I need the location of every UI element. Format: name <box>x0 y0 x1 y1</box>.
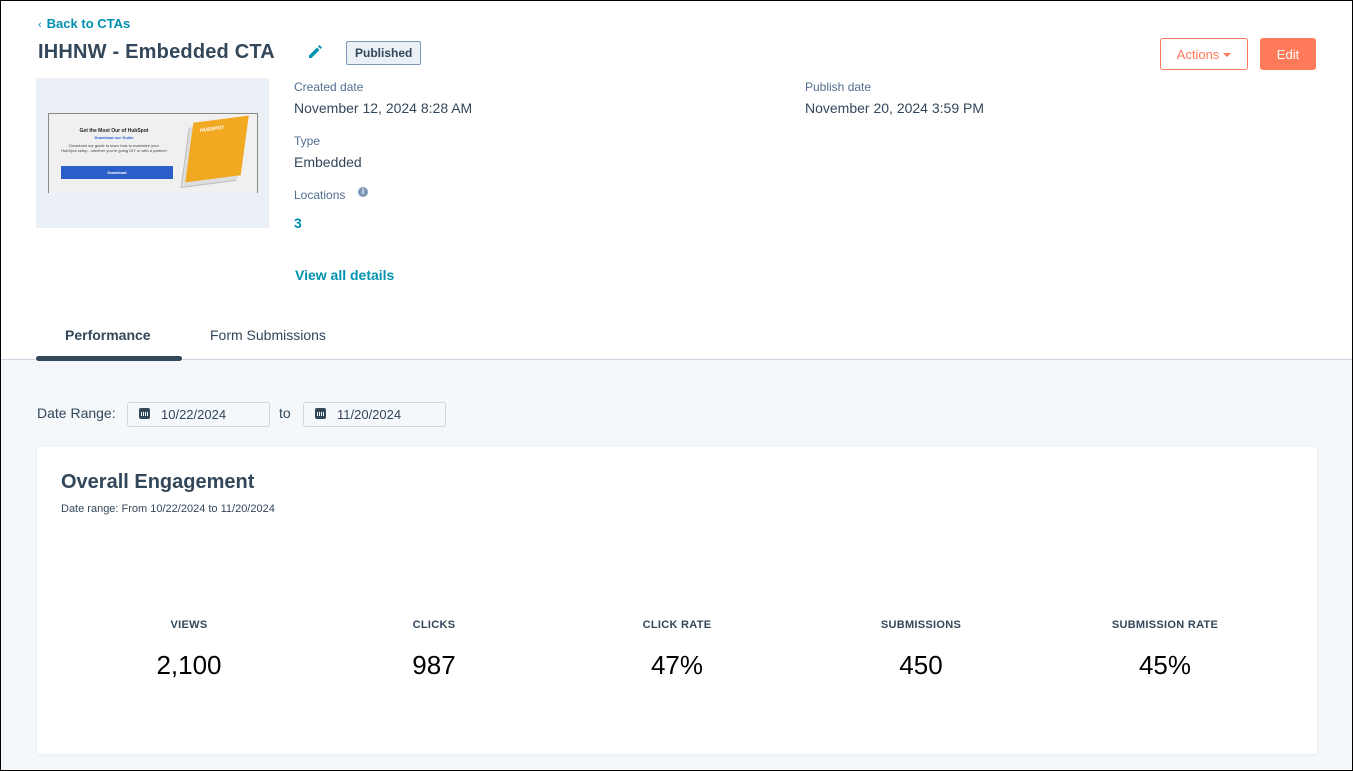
stat-value: 47% <box>650 650 704 680</box>
overall-engagement-card: Overall Engagement Date range: From 10/2… <box>37 447 1317 754</box>
back-label: Back to CTAs <box>46 16 131 31</box>
stat-value: 987 <box>412 650 456 680</box>
publish-date-label: Publish date <box>805 80 872 94</box>
stat-submissions: SUBMISSIONS 450 <box>801 619 1041 681</box>
stat-label: VIEWS <box>170 619 208 631</box>
page-title: IHHNW - Embedded CTA <box>38 41 275 63</box>
type-label: Type <box>294 134 321 148</box>
locations-count-link[interactable]: 3 <box>294 215 302 231</box>
stat-value: 45% <box>1138 650 1192 680</box>
calendar-icon <box>315 408 326 419</box>
preview-heading: Get the Most Our of HubSpot <box>79 128 149 134</box>
preview-download-button: Download <box>61 166 173 179</box>
stat-views: VIEWS 2,100 <box>69 619 309 681</box>
book-title: HUBSPOT <box>199 124 225 135</box>
stat-label: SUBMISSIONS <box>880 619 962 631</box>
active-tab-indicator <box>36 356 182 361</box>
start-date-input[interactable]: 10/22/2024 <box>127 402 270 427</box>
to-label: to <box>279 405 291 421</box>
stat-label: SUBMISSION RATE <box>1111 619 1219 631</box>
status-badge: Published <box>346 41 422 65</box>
cta-header-panel: ‹ Back to CTAs IHHNW - Embedded CTA Publi… <box>1 1 1352 361</box>
locations-label: Locations <box>294 188 346 202</box>
tab-performance[interactable]: Performance <box>65 327 151 343</box>
preview-subheading: Download our Guide <box>94 135 134 140</box>
stat-click-rate: CLICK RATE 47% <box>557 619 797 681</box>
date-range-label: Date Range: <box>37 405 116 421</box>
cta-preview-thumbnail: Get the Most Our of HubSpot Download our… <box>36 78 269 228</box>
edit-button[interactable]: Edit <box>1260 38 1316 70</box>
end-date-value: 11/20/2024 <box>337 407 402 422</box>
created-date-value: November 12, 2024 8:28 AM <box>294 100 473 116</box>
stat-clicks: CLICKS 987 <box>314 619 554 681</box>
stat-value: 2,100 <box>156 650 222 680</box>
engagement-date-range: Date range: From 10/22/2024 to 11/20/202… <box>61 503 275 515</box>
tab-form-submissions[interactable]: Form Submissions <box>210 327 326 343</box>
view-all-details-link[interactable]: View all details <box>295 267 394 283</box>
type-value: Embedded <box>294 154 362 170</box>
actions-label: Actions <box>1176 46 1220 62</box>
preview-body: Download our guide to learn how to maxim… <box>61 143 167 153</box>
stat-label: CLICK RATE <box>642 619 712 631</box>
calendar-icon <box>139 408 150 419</box>
pencil-icon[interactable] <box>306 42 324 60</box>
actions-dropdown-button[interactable]: Actions <box>1160 38 1248 70</box>
info-icon[interactable]: i <box>358 187 368 197</box>
book-image: HUBSPOT <box>185 115 249 183</box>
cta-preview-card: Get the Most Our of HubSpot Download our… <box>48 113 258 193</box>
chevron-left-icon: ‹ <box>38 19 42 31</box>
start-date-value: 10/22/2024 <box>161 407 227 422</box>
created-date-label: Created date <box>294 80 364 94</box>
stat-label: CLICKS <box>412 619 456 631</box>
stat-value: 450 <box>899 650 943 680</box>
publish-date-value: November 20, 2024 3:59 PM <box>805 100 984 116</box>
engagement-title: Overall Engagement <box>61 471 255 493</box>
caret-down-icon <box>1223 53 1232 58</box>
stat-submission-rate: SUBMISSION RATE 45% <box>1045 619 1285 681</box>
end-date-input[interactable]: 11/20/2024 <box>303 402 446 427</box>
back-to-ctas-link[interactable]: ‹ Back to CTAs <box>38 16 130 31</box>
